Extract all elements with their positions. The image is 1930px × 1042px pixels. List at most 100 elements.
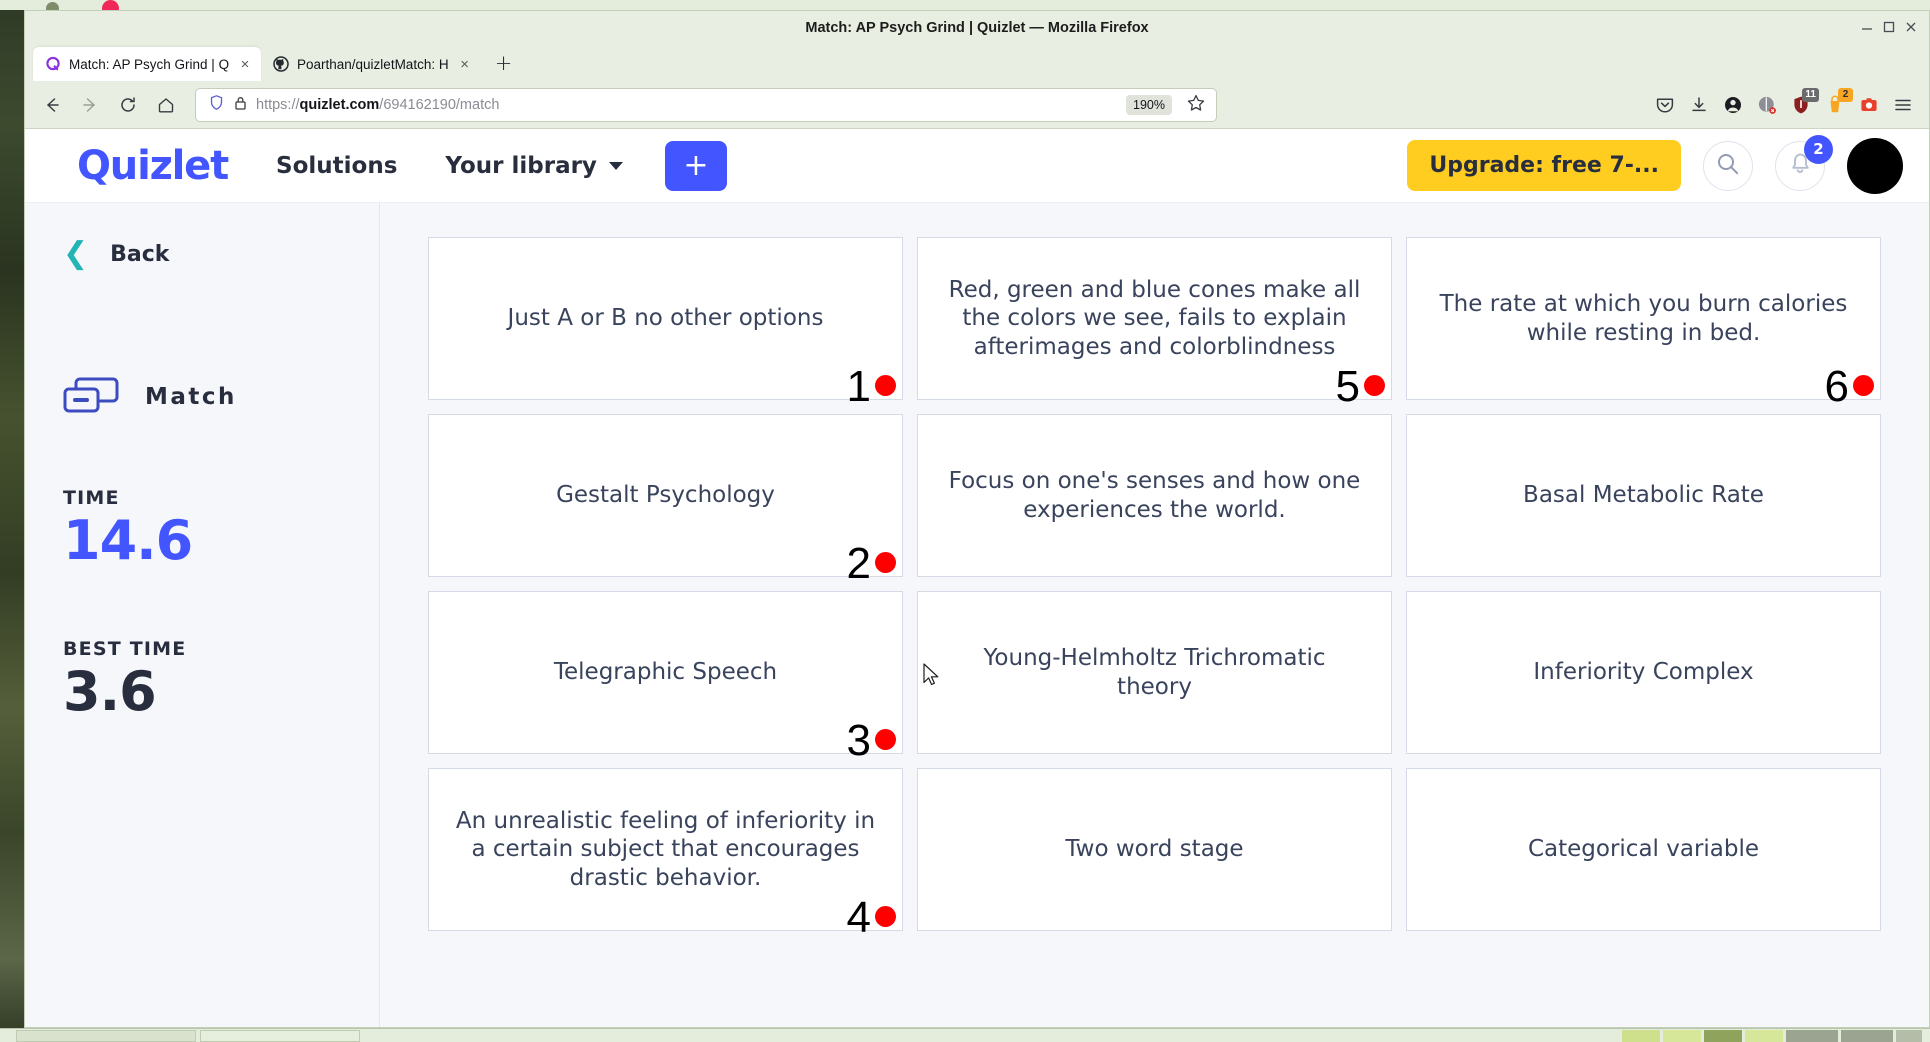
stat-label: BEST TIME <box>63 637 187 660</box>
navigation-toolbar: https://quizlet.com/694162190/match 190%… <box>25 81 1929 129</box>
match-card-text: Categorical variable <box>1527 836 1760 863</box>
match-card[interactable]: Young-Helmholtz Trichromatic theory <box>917 591 1392 754</box>
account-icon[interactable] <box>1717 89 1749 121</box>
mouse-pointer <box>923 663 941 693</box>
minimize-icon[interactable] <box>1859 19 1875 35</box>
match-card[interactable]: Two word stage <box>917 768 1392 931</box>
taskbar-workspace[interactable] <box>1704 1029 1742 1042</box>
github-favicon <box>273 56 289 72</box>
reload-icon[interactable] <box>111 88 145 122</box>
browser-tab-quizlet[interactable]: Match: AP Psych Grind | Q × <box>33 47 261 81</box>
match-mode-icon <box>63 375 119 419</box>
taskbar-window-item[interactable] <box>16 1029 196 1042</box>
window-controls <box>1859 19 1919 35</box>
web-page-content: Quizlet Solutions Your library + Upgrade… <box>25 129 1929 1027</box>
match-card[interactable]: Telegraphic Speech 3 <box>428 591 903 763</box>
annotation-marker: 1 <box>847 365 896 409</box>
match-grid-area: Just A or B no other options 1 Red, gree… <box>380 203 1929 1027</box>
annotation-number: 1 <box>846 362 871 411</box>
page-body: ❮ Back Match TIME 14.6 BEST TIME 3.6 Jus… <box>25 203 1929 1027</box>
taskbar-workspace[interactable] <box>1663 1029 1701 1042</box>
match-card[interactable]: Just A or B no other options 1 <box>428 237 903 409</box>
zoom-level-badge[interactable]: 190% <box>1126 94 1172 115</box>
match-card[interactable]: Red, green and blue cones make all the c… <box>917 237 1392 409</box>
back-arrow-icon[interactable] <box>35 88 69 122</box>
no-script-icon[interactable] <box>1751 89 1783 121</box>
match-mode-heading: Match <box>63 375 379 419</box>
tab-close-icon[interactable]: × <box>457 57 473 72</box>
taskbar-workspace[interactable] <box>1745 1029 1783 1042</box>
match-card[interactable]: Inferiority Complex <box>1406 591 1881 754</box>
search-button[interactable] <box>1703 140 1753 191</box>
match-card-text: Basal Metabolic Rate <box>1523 482 1764 509</box>
quizlet-logo[interactable]: Quizlet <box>77 146 229 186</box>
notifications-button[interactable]: 2 <box>1775 134 1833 191</box>
match-card-text: Young-Helmholtz Trichromatic theory <box>983 645 1326 700</box>
annotation-number: 6 <box>1824 362 1849 411</box>
match-sidebar: ❮ Back Match TIME 14.6 BEST TIME 3.6 <box>25 203 380 1027</box>
nav-link-your-library[interactable]: Your library <box>445 153 623 179</box>
match-card-text: Red, green and blue cones make all the c… <box>948 277 1361 360</box>
annotation-marker: 2 <box>847 542 896 586</box>
taskbar-workspace[interactable] <box>1622 1029 1660 1042</box>
url-text[interactable]: https://quizlet.com/694162190/match <box>256 97 1118 113</box>
annotation-marker: 6 <box>1825 365 1874 409</box>
pocket-icon[interactable] <box>1649 89 1681 121</box>
match-card[interactable]: Focus on one's senses and how one experi… <box>917 414 1392 577</box>
maximize-icon[interactable] <box>1881 19 1897 35</box>
back-button[interactable]: ❮ Back <box>63 239 379 269</box>
match-card[interactable]: Gestalt Psychology 2 <box>428 414 903 586</box>
annotation-dot-icon <box>875 729 896 750</box>
annotation-number: 2 <box>846 539 871 588</box>
match-card[interactable]: Basal Metabolic Rate <box>1406 414 1881 577</box>
browser-tab-github[interactable]: Poarthan/quizletMatch: H × <box>261 47 481 81</box>
quizlet-site-header: Quizlet Solutions Your library + Upgrade… <box>25 129 1929 203</box>
lock-icon[interactable] <box>233 95 248 115</box>
upgrade-button[interactable]: Upgrade: free 7-... <box>1407 140 1681 191</box>
annotation-marker: 4 <box>847 896 896 940</box>
stat-label: TIME <box>63 487 120 509</box>
app-menu-icon[interactable] <box>1887 89 1919 121</box>
match-card-text: Telegraphic Speech <box>553 659 778 686</box>
match-card[interactable]: The rate at which you burn calories whil… <box>1406 237 1881 409</box>
firefox-window: Match: AP Psych Grind | Quizlet — Mozill… <box>24 10 1930 1028</box>
match-card-text: An unrealistic feeling of inferiority in… <box>455 808 876 891</box>
extension-badge: 11 <box>1802 87 1819 102</box>
match-card-grid: Just A or B no other options 1 Red, gree… <box>428 237 1881 940</box>
annotation-dot-icon <box>875 375 896 396</box>
taskbar-clock[interactable] <box>1896 1029 1922 1042</box>
annotation-marker: 3 <box>847 719 896 763</box>
taskbar-tray <box>1622 1029 1930 1042</box>
screenshot-icon[interactable] <box>1853 89 1885 121</box>
match-card-text: Inferiority Complex <box>1533 659 1754 686</box>
match-card[interactable]: Categorical variable <box>1406 768 1881 931</box>
url-bar[interactable]: https://quizlet.com/694162190/match 190% <box>195 87 1217 122</box>
taskbar-tray-slot[interactable] <box>1786 1029 1838 1042</box>
home-icon[interactable] <box>149 88 183 122</box>
url-host: quizlet.com <box>299 96 380 113</box>
downloads-icon[interactable] <box>1683 89 1715 121</box>
quizlet-favicon <box>45 56 61 72</box>
star-icon[interactable] <box>1186 93 1206 117</box>
nav-link-solutions[interactable]: Solutions <box>276 153 397 179</box>
tab-close-icon[interactable]: × <box>237 57 253 72</box>
annotation-number: 3 <box>846 716 871 765</box>
create-button[interactable]: + <box>664 140 727 191</box>
annotation-marker: 5 <box>1336 365 1385 409</box>
new-tab-button[interactable]: + <box>489 48 519 78</box>
tab-strip: Match: AP Psych Grind | Q × Poarthan/qui… <box>25 45 1929 81</box>
taskbar-window-item[interactable] <box>200 1029 360 1042</box>
match-card[interactable]: An unrealistic feeling of inferiority in… <box>428 768 903 940</box>
close-icon[interactable] <box>1903 19 1919 35</box>
honey-icon[interactable]: 2 <box>1819 87 1853 121</box>
match-card-text: Just A or B no other options <box>507 305 824 332</box>
forward-arrow-icon[interactable] <box>73 88 107 122</box>
search-icon <box>1715 151 1741 181</box>
stat-time: TIME 14.6 <box>63 487 379 570</box>
ublock-origin-icon[interactable]: 11 <box>1785 87 1819 121</box>
avatar[interactable] <box>1847 137 1903 194</box>
annotation-dot-icon <box>875 906 896 927</box>
taskbar-windows <box>0 1029 360 1042</box>
shield-icon[interactable] <box>208 94 225 115</box>
taskbar-tray-slot[interactable] <box>1841 1029 1893 1042</box>
